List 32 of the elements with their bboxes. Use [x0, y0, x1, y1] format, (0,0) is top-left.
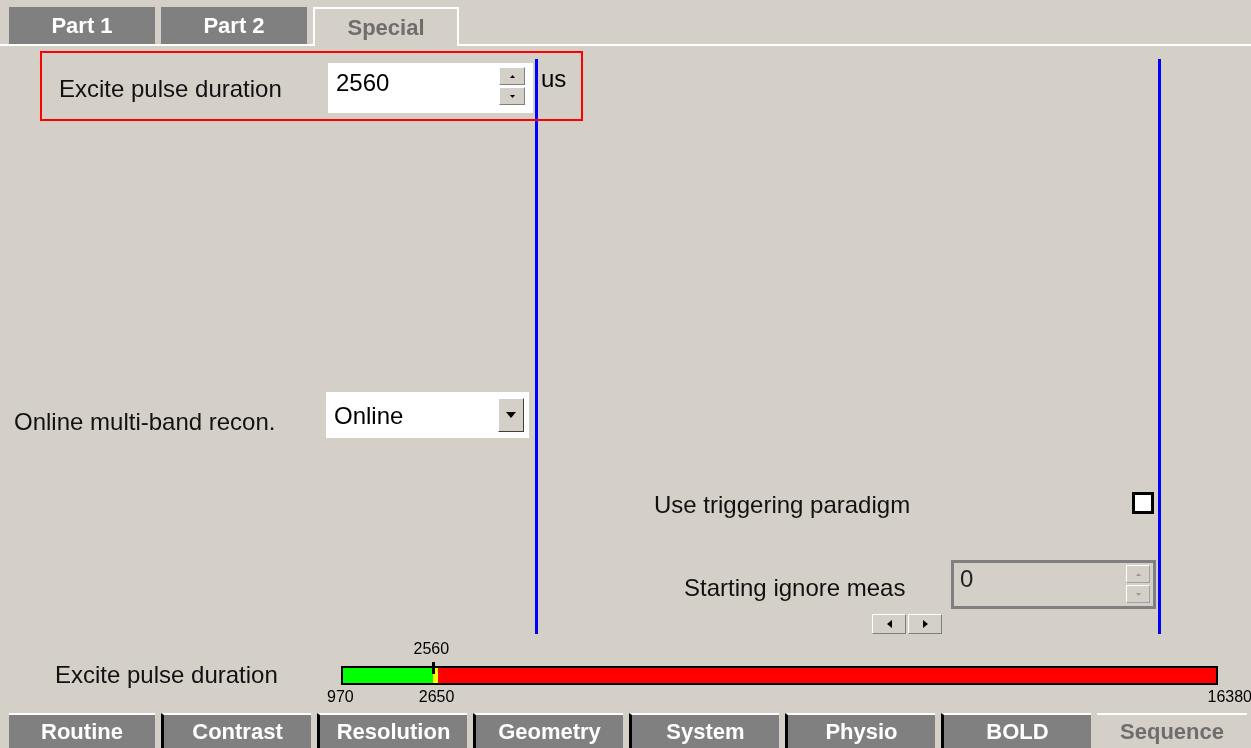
- max-label: 16380: [1207, 688, 1251, 706]
- tab[interactable]: Part 2: [161, 7, 307, 44]
- tab[interactable]: System: [629, 713, 779, 748]
- left-arrow-button[interactable]: [872, 614, 906, 634]
- left-arrow-icon: [886, 620, 892, 628]
- tab[interactable]: Geometry: [473, 713, 623, 748]
- number-field[interactable]: 2560: [328, 63, 533, 113]
- dropdown[interactable]: Online: [326, 392, 529, 438]
- right-arrow-icon: [922, 620, 928, 628]
- up-arrow-icon: [509, 74, 515, 78]
- spin-down-button[interactable]: [499, 87, 525, 105]
- tab[interactable]: Special: [313, 7, 459, 46]
- checkbox-label: Use triggering paradigm: [654, 491, 911, 519]
- field-label: Excite pulse duration: [59, 75, 282, 103]
- tab[interactable]: Resolution: [317, 713, 467, 748]
- field-label: Online multi-band recon.: [14, 408, 276, 436]
- unit-label: us: [541, 65, 567, 93]
- right-arrow-button[interactable]: [908, 614, 942, 634]
- tab[interactable]: BOLD: [941, 713, 1091, 748]
- min-label: 970: [327, 688, 354, 706]
- limit-label: 2650: [418, 688, 455, 706]
- range-label: Excite pulse duration: [55, 661, 278, 689]
- value-label: 2560: [413, 640, 450, 658]
- checkbox[interactable]: [1132, 492, 1154, 514]
- spin-up-button[interactable]: [499, 67, 525, 85]
- tab[interactable]: Part 1: [9, 7, 155, 44]
- tab[interactable]: Contrast: [161, 713, 311, 748]
- tab[interactable]: Routine: [9, 713, 155, 748]
- caret-icon: [506, 412, 516, 418]
- down-arrow-icon: [509, 94, 515, 98]
- field-label: Starting ignore meas: [684, 574, 906, 602]
- tab[interactable]: Physio: [785, 713, 935, 748]
